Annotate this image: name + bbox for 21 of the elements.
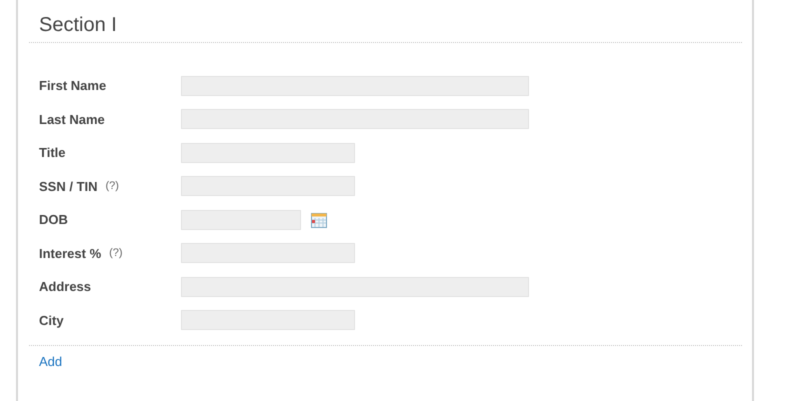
help-link[interactable]: (?): [109, 247, 123, 260]
input-field[interactable]: [181, 310, 355, 330]
field-label: Interest %: [39, 246, 102, 261]
input-field[interactable]: [181, 243, 355, 264]
input-field[interactable]: [181, 176, 355, 196]
field-label: Title: [39, 145, 66, 160]
input-field[interactable]: [181, 76, 529, 96]
add-link[interactable]: Add: [39, 354, 62, 369]
field-label: First Name: [39, 78, 106, 94]
input-field[interactable]: [181, 276, 529, 297]
field-label: Last Name: [39, 112, 105, 127]
field-label: SSN / TIN: [39, 178, 98, 194]
help-link[interactable]: (?): [106, 180, 119, 192]
input-field[interactable]: [181, 142, 355, 163]
input-field[interactable]: [181, 210, 301, 230]
field-label: DOB: [39, 212, 68, 228]
section-title: Section I: [38, 13, 118, 38]
field-label: Address: [39, 279, 92, 294]
field-label: City: [39, 312, 64, 328]
calendar-icon[interactable]: [311, 212, 327, 228]
input-field[interactable]: [181, 109, 529, 130]
